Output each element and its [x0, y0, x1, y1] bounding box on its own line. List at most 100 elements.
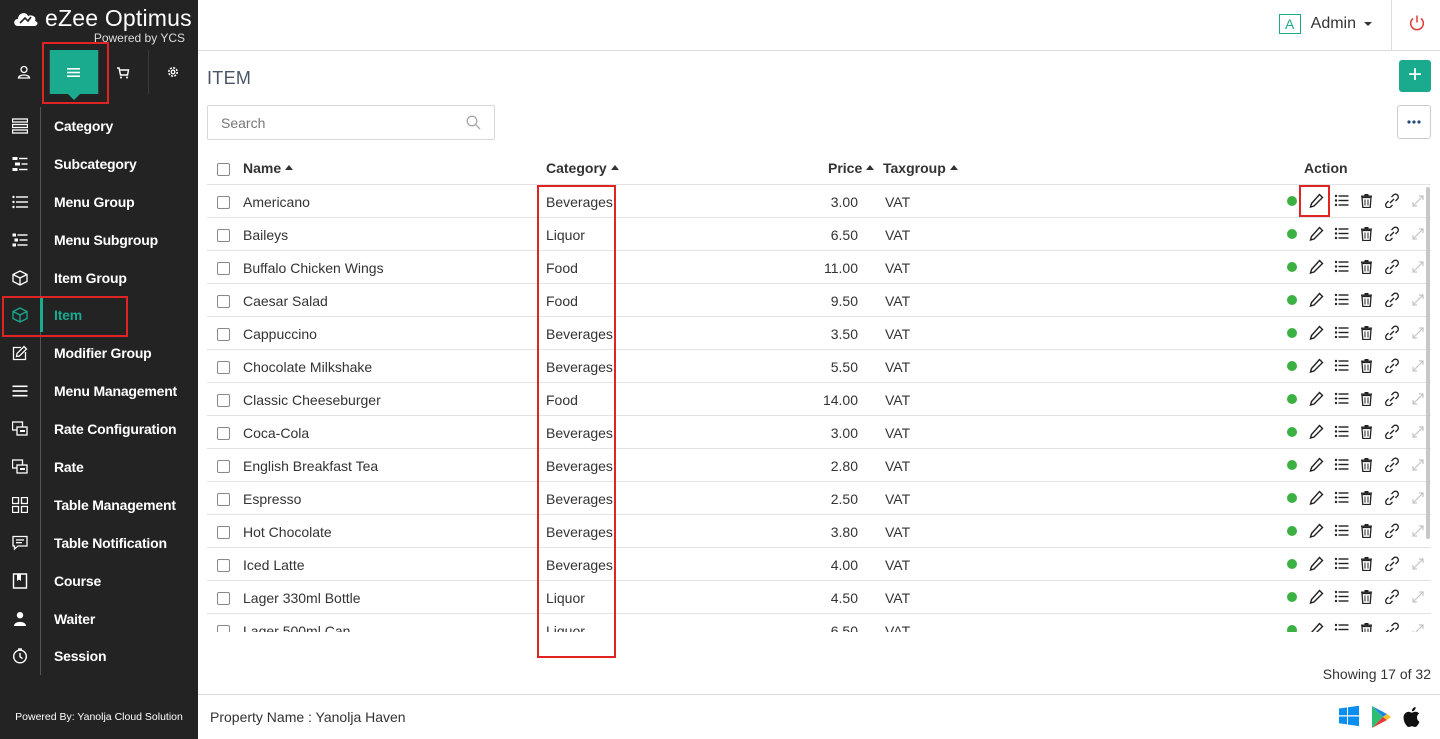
edit-button[interactable]: [1308, 489, 1324, 505]
add-item-button[interactable]: +: [1399, 60, 1431, 92]
sidebar-item-item[interactable]: Item: [0, 296, 198, 334]
delete-button[interactable]: [1358, 192, 1374, 208]
search-input[interactable]: [208, 106, 448, 139]
move-button[interactable]: [1409, 390, 1425, 406]
row-checkbox[interactable]: [217, 592, 230, 605]
select-all-checkbox[interactable]: [217, 163, 230, 176]
move-button[interactable]: [1409, 324, 1425, 340]
link-button[interactable]: [1383, 522, 1399, 538]
edit-button[interactable]: [1308, 555, 1324, 571]
details-button[interactable]: [1333, 555, 1349, 571]
move-button[interactable]: [1409, 621, 1425, 632]
sidebar-item-rate[interactable]: Rate: [0, 448, 198, 486]
link-button[interactable]: [1383, 225, 1399, 241]
details-button[interactable]: [1333, 456, 1349, 472]
edit-button[interactable]: [1308, 291, 1324, 307]
sidebar-item-table-management[interactable]: Table Management: [0, 486, 198, 524]
sidebar-item-course[interactable]: Course: [0, 562, 198, 600]
row-checkbox[interactable]: [217, 526, 230, 539]
details-button[interactable]: [1333, 522, 1349, 538]
link-button[interactable]: [1383, 423, 1399, 439]
topnav-cart[interactable]: [99, 50, 149, 94]
row-checkbox[interactable]: [217, 295, 230, 308]
link-button[interactable]: [1383, 258, 1399, 274]
topnav-user[interactable]: [0, 50, 50, 94]
row-checkbox[interactable]: [217, 229, 230, 242]
edit-button[interactable]: [1308, 456, 1324, 472]
edit-button[interactable]: [1308, 390, 1324, 406]
sidebar-item-modifier-group[interactable]: Modifier Group: [0, 334, 198, 372]
search-icon[interactable]: [466, 115, 481, 130]
logout-button[interactable]: [1408, 14, 1426, 35]
link-button[interactable]: [1383, 192, 1399, 208]
delete-button[interactable]: [1358, 225, 1374, 241]
details-button[interactable]: [1333, 192, 1349, 208]
details-button[interactable]: [1333, 588, 1349, 604]
move-button[interactable]: [1409, 258, 1425, 274]
row-checkbox[interactable]: [217, 196, 230, 209]
sidebar-item-item-group[interactable]: Item Group: [0, 259, 198, 297]
details-button[interactable]: [1333, 621, 1349, 632]
edit-button[interactable]: [1308, 225, 1324, 241]
delete-button[interactable]: [1358, 489, 1374, 505]
move-button[interactable]: [1409, 456, 1425, 472]
more-options-button[interactable]: [1397, 105, 1431, 139]
row-checkbox[interactable]: [217, 460, 230, 473]
sidebar-item-waiter[interactable]: Waiter: [0, 600, 198, 638]
delete-button[interactable]: [1358, 324, 1374, 340]
sidebar-item-menu-subgroup[interactable]: Menu Subgroup: [0, 221, 198, 259]
delete-button[interactable]: [1358, 423, 1374, 439]
delete-button[interactable]: [1358, 588, 1374, 604]
row-checkbox[interactable]: [217, 328, 230, 341]
apple-icon[interactable]: [1403, 705, 1423, 728]
move-button[interactable]: [1409, 555, 1425, 571]
details-button[interactable]: [1333, 291, 1349, 307]
sidebar-item-table-notification[interactable]: Table Notification: [0, 524, 198, 562]
details-button[interactable]: [1333, 489, 1349, 505]
row-checkbox[interactable]: [217, 625, 230, 632]
delete-button[interactable]: [1358, 621, 1374, 632]
details-button[interactable]: [1333, 324, 1349, 340]
edit-button[interactable]: [1308, 621, 1324, 632]
details-button[interactable]: [1333, 357, 1349, 373]
details-button[interactable]: [1333, 390, 1349, 406]
row-checkbox[interactable]: [217, 427, 230, 440]
delete-button[interactable]: [1358, 456, 1374, 472]
topnav-settings[interactable]: [149, 50, 199, 94]
details-button[interactable]: [1333, 258, 1349, 274]
move-button[interactable]: [1409, 489, 1425, 505]
sidebar-item-session[interactable]: Session: [0, 637, 198, 675]
delete-button[interactable]: [1358, 522, 1374, 538]
link-button[interactable]: [1383, 357, 1399, 373]
edit-button[interactable]: [1308, 423, 1324, 439]
column-name[interactable]: Name: [243, 160, 294, 176]
move-button[interactable]: [1409, 291, 1425, 307]
move-button[interactable]: [1409, 357, 1425, 373]
user-menu[interactable]: A Admin: [1278, 14, 1372, 34]
delete-button[interactable]: [1358, 357, 1374, 373]
move-button[interactable]: [1409, 225, 1425, 241]
row-checkbox[interactable]: [217, 394, 230, 407]
edit-button[interactable]: [1308, 357, 1324, 373]
sidebar-item-menu-management[interactable]: Menu Management: [0, 372, 198, 410]
sidebar-item-menu-group[interactable]: Menu Group: [0, 183, 198, 221]
row-checkbox[interactable]: [217, 559, 230, 572]
table-scrollbar[interactable]: [1426, 187, 1430, 539]
sidebar-item-subcategory[interactable]: Subcategory: [0, 145, 198, 183]
row-checkbox[interactable]: [217, 262, 230, 275]
topnav-menu[interactable]: [49, 50, 99, 100]
edit-button[interactable]: [1308, 522, 1324, 538]
link-button[interactable]: [1383, 291, 1399, 307]
link-button[interactable]: [1383, 555, 1399, 571]
column-price[interactable]: Price: [828, 160, 875, 176]
link-button[interactable]: [1383, 456, 1399, 472]
edit-button[interactable]: [1308, 324, 1324, 340]
delete-button[interactable]: [1358, 390, 1374, 406]
column-category[interactable]: Category: [546, 160, 619, 176]
delete-button[interactable]: [1358, 291, 1374, 307]
delete-button[interactable]: [1358, 555, 1374, 571]
sidebar-item-category[interactable]: Category: [0, 107, 198, 145]
row-checkbox[interactable]: [217, 361, 230, 374]
edit-button[interactable]: [1308, 588, 1324, 604]
link-button[interactable]: [1383, 324, 1399, 340]
